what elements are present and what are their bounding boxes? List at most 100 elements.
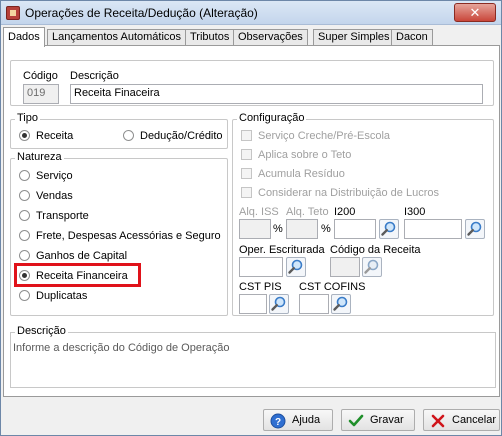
gravar-button[interactable]: Gravar [341,409,415,431]
selection-highlight-box [14,263,141,287]
i300-field[interactable] [404,219,462,239]
natureza-option-label: Vendas [36,190,73,202]
checkmark-icon [348,414,364,427]
title-bar: Operações de Receita/Dedução (Alteração)… [1,1,501,25]
window-title: Operações de Receita/Dedução (Alteração) [25,6,258,20]
magnifier-icon [381,221,396,236]
help-icon: ? [270,413,286,429]
cancelar-label: Cancelar [452,414,497,426]
codigo-receita-label: Código da Receita [330,244,421,256]
natureza-option-label: Serviço [36,170,73,182]
descricao-label: Descrição [70,70,119,82]
i200-search-button[interactable] [379,219,399,239]
i300-label: I300 [404,206,426,218]
natureza-option-label: Transporte [36,210,89,222]
radio-dot [123,130,134,141]
alq-teto-percent: % [321,223,331,235]
codigo-receita-field [330,257,360,277]
tab-dados[interactable]: Dados [3,27,45,47]
cst-cofins-field[interactable] [299,294,329,314]
oper-escriturada-label: Oper. Escriturada [239,244,325,256]
tab-panel-dados: Código Descrição 019 Receita Finaceira T… [3,45,500,397]
oper-escriturada-search-button[interactable] [286,257,306,277]
tipo-label: Tipo [15,112,40,124]
checkbox-label: Considerar na Distribuição de Lucros [258,187,439,199]
radio-dot [19,190,30,201]
natureza-vendas-radio[interactable]: Vendas [19,189,73,205]
header-group: Código Descrição 019 Receita Finaceira [10,60,494,106]
codigo-receita-search-button[interactable] [362,257,382,277]
cancelar-button[interactable]: Cancelar [423,409,500,431]
configuracao-label: Configuração [237,112,307,124]
tipo-receita-label: Receita [36,130,74,142]
natureza-option-label: Frete, Despesas Acessórias e Seguro [36,230,221,242]
checkbox-label: Acumula Resíduo [258,168,345,180]
radio-dot [19,250,30,261]
distribuicao-lucros-checkbox[interactable]: Considerar na Distribuição de Lucros [241,186,439,202]
alq-iss-percent: % [273,223,283,235]
natureza-servico-radio[interactable]: Serviço [19,169,73,185]
checkbox-box [241,187,252,198]
servico-creche-checkbox[interactable]: Serviço Creche/Pré-Escola [241,129,390,145]
magnifier-icon [364,259,379,274]
alq-teto-field [286,219,318,239]
radio-dot [19,290,30,301]
cst-pis-field[interactable] [239,294,267,314]
natureza-option-label: Ganhos de Capital [36,250,128,262]
i200-label: I200 [334,206,356,218]
cst-cofins-label: CST COFINS [299,281,366,293]
i300-search-button[interactable] [465,219,485,239]
magnifier-icon [467,221,482,236]
acumula-residuo-checkbox[interactable]: Acumula Resíduo [241,167,345,183]
svg-text:?: ? [275,417,281,428]
dialog-window: Operações de Receita/Dedução (Alteração)… [0,0,502,436]
tab-tributos[interactable]: Tributos [185,29,235,46]
codigo-label: Código [23,70,58,82]
tipo-receita-radio[interactable]: Receita [19,129,73,145]
radio-dot [19,170,30,181]
checkbox-box [241,168,252,179]
checkbox-box [241,130,252,141]
descricao-info-text: Informe a descrição do Código de Operaçã… [13,342,230,354]
natureza-label: Natureza [15,151,64,163]
i200-field[interactable] [334,219,376,239]
radio-dot [19,230,30,241]
cst-pis-search-button[interactable] [269,294,289,314]
tipo-deducao-label: Dedução/Crédito [140,130,223,142]
configuracao-group: Configuração Serviço Creche/Pré-Escola A… [232,112,494,316]
natureza-transporte-radio[interactable]: Transporte [19,209,89,225]
aplica-teto-checkbox[interactable]: Aplica sobre o Teto [241,148,351,164]
tab-lancamentos-automaticos[interactable]: Lançamentos Automáticos [47,29,187,46]
ajuda-button[interactable]: ? Ajuda [263,409,333,431]
tab-observacoes[interactable]: Observações [233,29,308,46]
magnifier-icon [333,296,348,311]
radio-dot [19,130,30,141]
close-button[interactable]: ✕ [454,3,496,22]
alq-iss-label: Alq. ISS [239,206,279,218]
cancel-x-icon [431,414,445,428]
natureza-option-label: Duplicatas [36,290,88,302]
magnifier-icon [271,296,286,311]
gravar-label: Gravar [370,414,404,426]
oper-escriturada-field[interactable] [239,257,283,277]
magnifier-icon [288,259,303,274]
tab-dacon[interactable]: Dacon [391,29,433,46]
checkbox-box [241,149,252,160]
alq-teto-label: Alq. Teto [286,206,329,218]
checkbox-label: Serviço Creche/Pré-Escola [258,130,391,142]
tab-super-simples[interactable]: Super Simples [313,29,395,46]
alq-iss-field [239,219,271,239]
radio-dot [19,210,30,221]
natureza-frete-radio[interactable]: Frete, Despesas Acessórias e Seguro [19,229,221,245]
checkbox-label: Aplica sobre o Teto [258,149,352,161]
descricao-field[interactable]: Receita Finaceira [70,84,483,104]
button-bar: ? Ajuda Gravar Cancelar [1,399,501,435]
ajuda-label: Ajuda [292,414,321,426]
cst-pis-label: CST PIS [239,281,282,293]
natureza-duplicatas-radio[interactable]: Duplicatas [19,289,87,305]
tipo-group: Tipo Receita Dedução/Crédito [10,112,228,149]
app-icon [6,6,20,20]
cst-cofins-search-button[interactable] [331,294,351,314]
codigo-field: 019 [23,84,59,104]
tipo-deducao-radio[interactable]: Dedução/Crédito [123,129,223,145]
